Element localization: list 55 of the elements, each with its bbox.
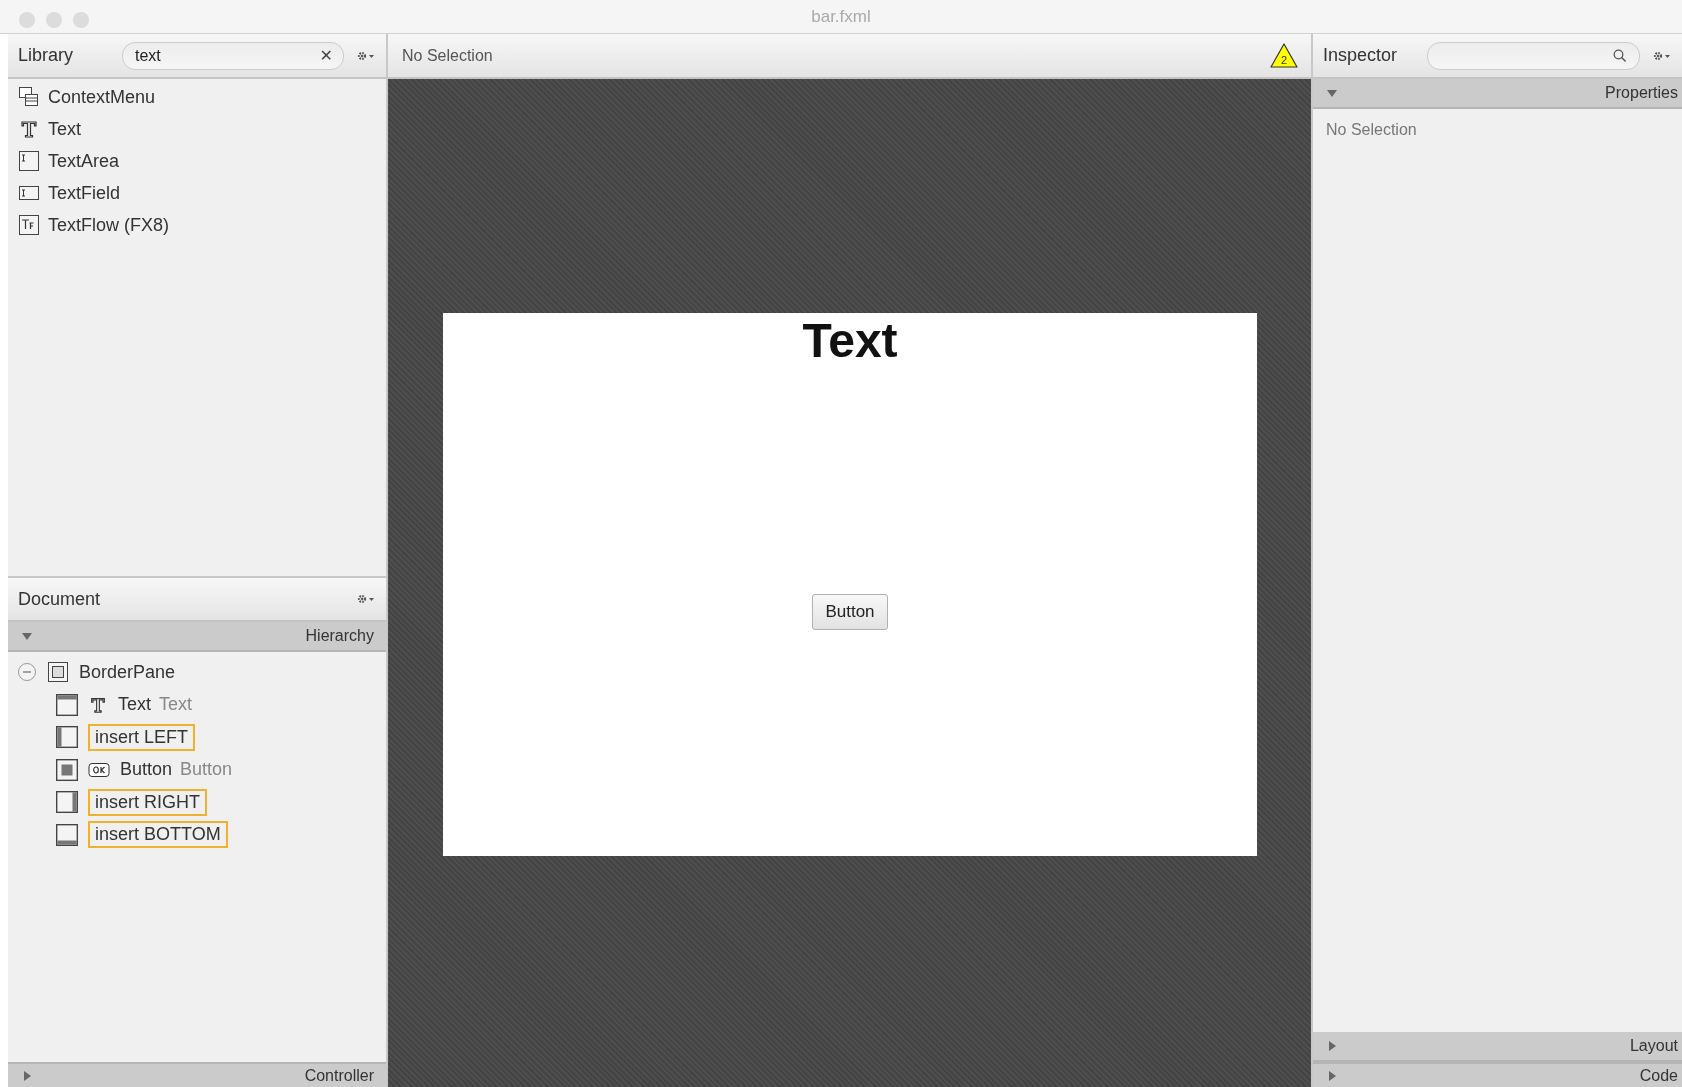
ok-button-icon [88,761,110,778]
close-window-button[interactable] [19,12,35,28]
warning-icon[interactable]: 2 [1269,42,1299,69]
border-pane-icon [47,661,69,684]
selection-status: No Selection [402,46,493,65]
text-flow-icon [18,214,40,236]
collapse-icon[interactable] [17,662,37,683]
inspector-title: Inspector [1323,45,1399,66]
insert-slot[interactable]: insert RIGHT [88,788,207,816]
library-search-field[interactable]: text ✕ [122,41,344,70]
library-item[interactable]: TextArea [8,145,386,177]
tree-item-type: Text [159,694,193,716]
region-icon [56,726,78,749]
library-title: Library [18,45,75,66]
insert-slot[interactable]: insert LEFT [88,723,196,751]
window-title: bar.fxml [811,6,871,27]
inspector-section-header[interactable]: Layout [1313,1032,1682,1062]
library-item[interactable]: ContextMenu [8,81,386,113]
context-menu-icon [18,86,40,108]
canvas-button[interactable]: Button [812,594,888,630]
region-icon [56,693,78,716]
expand-triangle-icon [1327,1041,1337,1051]
expand-triangle-icon [22,1070,32,1081]
text-tool-icon [18,118,40,140]
region-icon [56,823,78,846]
insert-slot[interactable]: insert BOTTOM [88,821,228,849]
canvas-text: Text [801,313,899,368]
expand-triangle-icon [1327,1070,1337,1081]
collapse-triangle-icon [22,631,32,641]
region-icon [56,791,78,814]
tree-item-type: Button [180,759,233,781]
tree-item[interactable]: BorderPane [79,661,176,683]
tree-item[interactable]: Text [118,694,151,716]
region-icon [56,758,78,781]
inspector-section-header[interactable]: Properties [1313,79,1682,109]
minimize-window-button[interactable] [46,12,62,28]
clear-search-button[interactable]: ✕ [317,46,335,65]
inspector-search-field[interactable] [1427,41,1640,70]
search-icon [1613,48,1627,63]
controller-section-header[interactable]: Controller [8,1062,386,1087]
document-title: Document [18,588,102,610]
hierarchy-section-header[interactable]: Hierarchy [8,622,386,652]
gear-menu-icon[interactable] [1652,49,1672,62]
gear-menu-icon[interactable] [356,593,376,605]
library-item[interactable]: Text [8,113,386,145]
gear-menu-icon[interactable] [356,49,376,62]
collapse-triangle-icon [1327,88,1337,98]
inspector-empty-message: No Selection [1326,121,1417,138]
inspector-section-header[interactable]: Code [1313,1062,1682,1087]
library-item[interactable]: TextFlow (FX8) [8,209,386,241]
tree-item[interactable]: Button [120,759,173,781]
warning-count: 2 [1280,54,1288,66]
zoom-window-button[interactable] [73,12,89,28]
library-item[interactable]: TextField [8,177,386,209]
text-input-icon [18,150,40,172]
